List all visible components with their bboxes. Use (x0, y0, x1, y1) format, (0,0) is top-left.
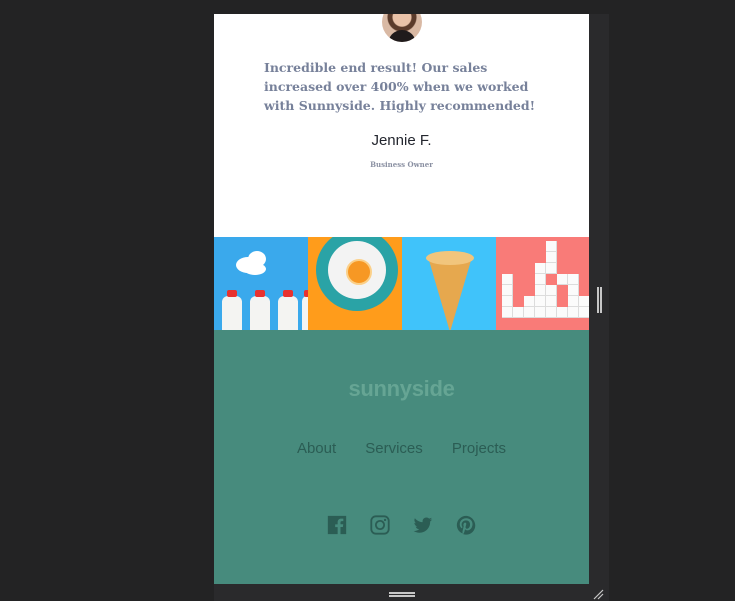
resize-handle-right[interactable] (597, 287, 602, 313)
resize-corner-icon[interactable] (592, 588, 604, 600)
page-viewport: Incredible end result! Our sales increas… (214, 14, 589, 584)
milk-bottles-image (214, 237, 308, 330)
pinterest-icon[interactable] (455, 514, 477, 536)
ice-cream-cone-image (402, 237, 496, 330)
testimonial-role: Business Owner (370, 160, 433, 169)
testimonial-name: Jennie F. (371, 132, 432, 149)
gallery (214, 237, 589, 330)
social-links (214, 514, 589, 536)
footer-nav: About Services Projects (214, 438, 589, 457)
testimonial-quote: Incredible end result! Our sales increas… (264, 60, 536, 113)
orange-plate-image (308, 237, 402, 330)
footer-nav-about[interactable]: About (297, 440, 336, 457)
sugar-cubes-image (496, 237, 589, 330)
facebook-icon[interactable] (326, 514, 348, 536)
footer-nav-projects[interactable]: Projects (452, 440, 506, 457)
resize-handle-bottom[interactable] (389, 592, 415, 597)
footer-logo[interactable]: sunnyside (214, 376, 589, 402)
footer: sunnyside About Services Projects (214, 330, 589, 584)
avatar (382, 14, 422, 42)
instagram-icon[interactable] (369, 514, 391, 536)
twitter-icon[interactable] (412, 514, 434, 536)
footer-nav-services[interactable]: Services (365, 440, 423, 457)
